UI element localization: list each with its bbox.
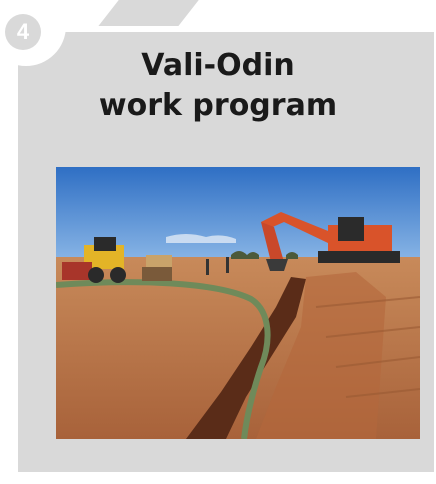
marker-post xyxy=(226,257,229,273)
pallet-bag xyxy=(142,267,172,281)
card-title: Vali-Odin work program xyxy=(0,46,436,126)
construction-site-photo xyxy=(56,167,420,439)
marker-post xyxy=(206,259,209,275)
card-title-line1: Vali-Odin xyxy=(141,48,295,83)
photo-illustration xyxy=(56,167,420,439)
card-title-line2: work program xyxy=(98,88,338,123)
step-number-badge: 4 xyxy=(5,14,41,50)
tab-notch xyxy=(98,0,230,26)
